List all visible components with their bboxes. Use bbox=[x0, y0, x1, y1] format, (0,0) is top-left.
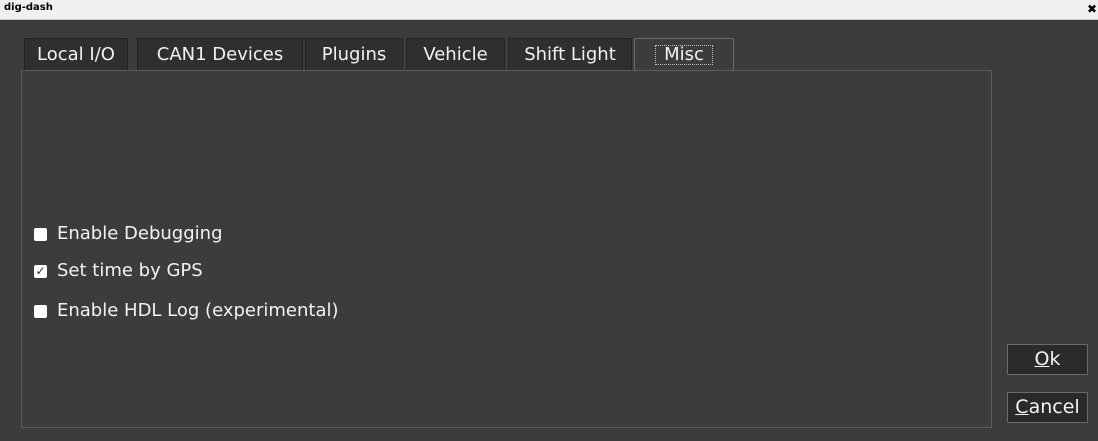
ok-label-rest: k bbox=[1049, 348, 1061, 370]
checkbox-box[interactable] bbox=[34, 228, 47, 241]
tab-panel-misc bbox=[21, 70, 992, 428]
checkbox-label: Enable Debugging bbox=[57, 223, 223, 244]
title-bar[interactable]: dig-dash ✖ bbox=[0, 0, 1098, 20]
checkbox-box[interactable] bbox=[34, 305, 47, 318]
ok-button[interactable]: Ok bbox=[1007, 344, 1088, 375]
checkmark-icon: ✓ bbox=[35, 264, 46, 278]
tab-misc[interactable]: Misc bbox=[634, 38, 734, 71]
tab-label: Misc bbox=[655, 45, 713, 65]
tab-label: Local I/O bbox=[37, 44, 115, 65]
tab-label: Shift Light bbox=[524, 44, 616, 65]
window-title: dig-dash bbox=[4, 2, 53, 13]
tab-label: Plugins bbox=[321, 44, 387, 65]
checkbox-box[interactable]: ✓ bbox=[34, 265, 47, 278]
cancel-label-rest: ancel bbox=[1028, 396, 1080, 418]
tab-label: Vehicle bbox=[423, 44, 488, 65]
tab-label: CAN1 Devices bbox=[156, 44, 284, 65]
dialog-window: dig-dash ✖ Local I/O CAN1 Devices Plugin… bbox=[0, 0, 1098, 441]
tab-can1-devices[interactable]: CAN1 Devices bbox=[137, 38, 303, 70]
close-icon[interactable]: ✖ bbox=[1087, 0, 1098, 19]
cancel-button[interactable]: Cancel bbox=[1007, 392, 1088, 423]
ok-mnemonic: O bbox=[1034, 348, 1050, 370]
tab-vehicle[interactable]: Vehicle bbox=[406, 38, 505, 70]
tab-local-io[interactable]: Local I/O bbox=[24, 38, 128, 70]
tab-shift-light[interactable]: Shift Light bbox=[508, 38, 632, 70]
cancel-mnemonic: C bbox=[1015, 396, 1029, 418]
checkbox-label: Enable HDL Log (experimental) bbox=[57, 300, 339, 321]
tab-plugins[interactable]: Plugins bbox=[305, 38, 403, 70]
checkbox-label: Set time by GPS bbox=[57, 260, 203, 281]
